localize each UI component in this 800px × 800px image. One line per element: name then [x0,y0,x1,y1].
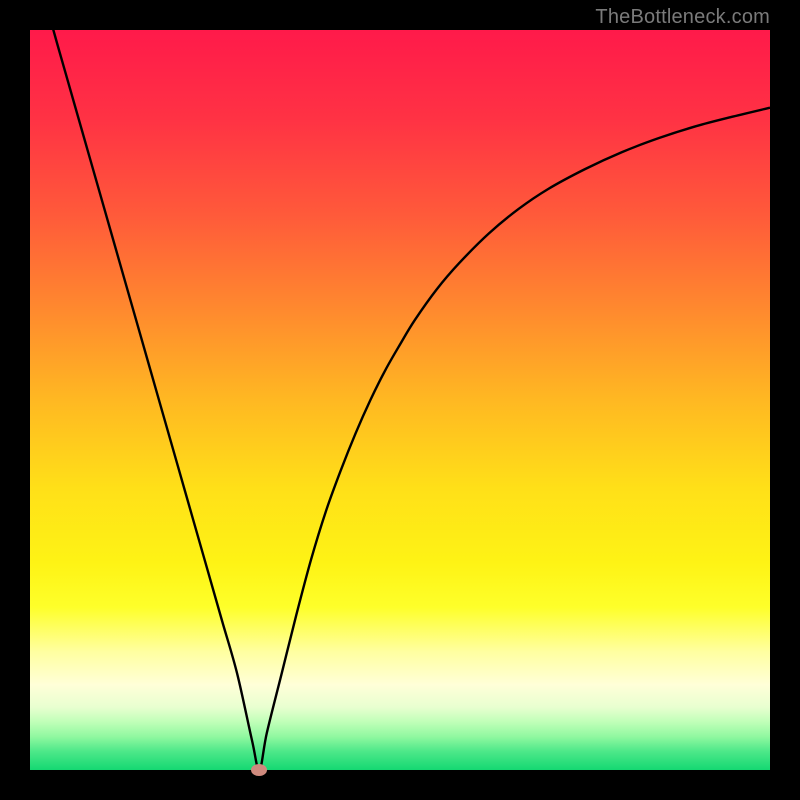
curve-svg [30,30,770,770]
bottleneck-curve [30,0,770,770]
chart-container: TheBottleneck.com [0,0,800,800]
attribution-text: TheBottleneck.com [595,6,770,29]
plot-area [30,30,770,770]
optimal-marker [251,764,267,776]
